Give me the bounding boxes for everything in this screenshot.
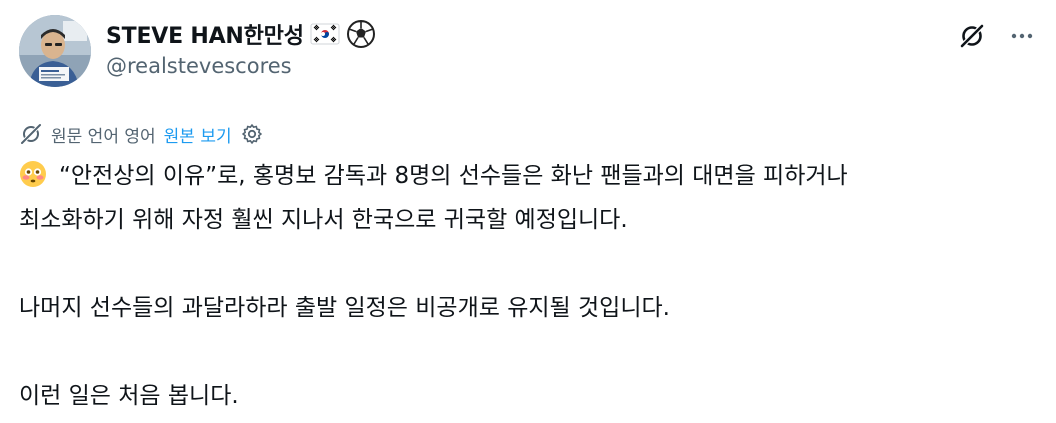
translated-from-label: 원문 언어 영어	[51, 126, 156, 147]
grok-button[interactable]	[954, 18, 990, 54]
tweet-card: STEVE HAN한만성 @realstevescores 원문 언어 영어 원…	[0, 0, 1056, 423]
tweet-paragraph-3: 이런 일은 처음 봅니다.	[19, 383, 239, 409]
flushed-face-icon	[20, 161, 46, 187]
tweet-paragraph-2: 나머지 선수들의 과달라하라 출발 일정은 비공개로 유지될 것입니다.	[19, 295, 670, 321]
grok-icon	[960, 24, 984, 48]
tweet-paragraph-1: “안전상의 이유”로, 홍명보 감독과 8명의 선수들은 화난 팬들과의 대면을…	[19, 154, 1039, 242]
author-name-row: STEVE HAN한만성	[106, 16, 376, 52]
tweet-line-1-text: “안전상의 이유”로, 홍명보 감독과 8명의 선수들은 화난 팬들과의 대면을…	[59, 163, 848, 189]
flag-south-korea-icon	[310, 19, 340, 49]
translation-bar: 원문 언어 영어 원본 보기	[19, 119, 264, 149]
tweet-line-2: 최소화하기 위해 자정 훨씬 지나서 한국으로 귀국할 예정입니다.	[19, 207, 628, 233]
gear-icon[interactable]	[240, 122, 264, 146]
author-display-name[interactable]: STEVE HAN한만성	[106, 18, 304, 50]
more-horizontal-icon	[1011, 33, 1033, 39]
more-options-button[interactable]	[1004, 18, 1040, 54]
show-original-link[interactable]: 원본 보기	[164, 122, 232, 147]
soccer-ball-icon	[346, 19, 376, 49]
avatar-photo	[19, 15, 91, 87]
tweet-line-1: “안전상의 이유”로, 홍명보 감독과 8명의 선수들은 화난 팬들과의 대면을…	[19, 154, 1039, 198]
grok-translate-icon	[20, 123, 42, 145]
author-handle[interactable]: @realstevescores	[106, 54, 292, 78]
avatar[interactable]	[19, 15, 91, 87]
tweet-text: “안전상의 이유”로, 홍명보 감독과 8명의 선수들은 화난 팬들과의 대면을…	[19, 154, 1039, 418]
